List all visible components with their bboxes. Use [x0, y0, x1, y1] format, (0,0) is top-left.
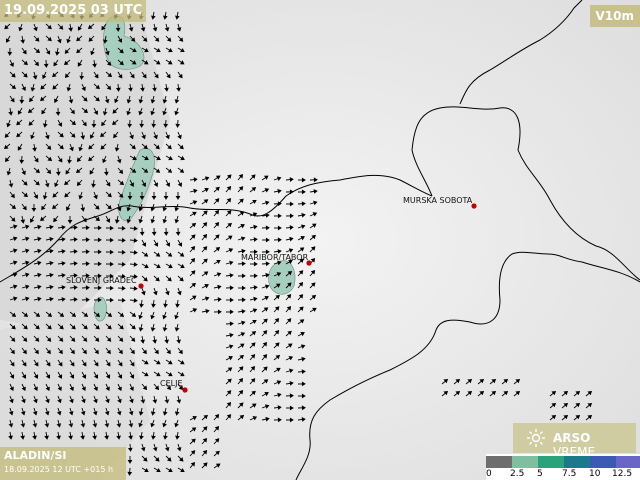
city-marker-celje	[182, 387, 188, 393]
city-marker-slovenj-gradec	[138, 283, 144, 289]
wind-map	[0, 0, 640, 480]
legend-swatch-4	[590, 456, 616, 468]
model-name: ALADIN/SI	[4, 449, 67, 462]
legend-tick-3: 7.5	[562, 469, 577, 479]
legend-swatch-1	[512, 456, 538, 468]
arso-logo[interactable]: ARSO VREME	[513, 423, 636, 459]
legend-swatch-3	[564, 456, 590, 468]
sun-icon	[527, 429, 545, 447]
city-label-celje: CELJE	[160, 379, 183, 388]
model-info: ALADIN/SI 18.09.2025 12 UTC +015 h	[0, 447, 126, 480]
city-label-maribor: MARIBOR/TABOR	[241, 253, 309, 262]
legend-swatch-0	[486, 456, 512, 468]
city-label-slovenj-gradec: SLOVENJ GRADEC	[66, 276, 137, 285]
legend-swatch-2	[538, 456, 564, 468]
brand-bold: ARSO	[553, 431, 591, 445]
legend-tick-1: 2.5	[510, 469, 525, 479]
city-label-murska-sobota: MURSKA SOBOTA	[403, 196, 473, 205]
legend-tick-5: 12.5	[612, 469, 633, 479]
model-run: 18.09.2025 12 UTC +015 h	[4, 465, 114, 474]
legend-swatch-5	[616, 456, 640, 468]
legend-tick-4: 10	[589, 469, 601, 479]
color-legend: 0 2.5 5 7.5 10 12.5	[486, 454, 640, 480]
legend-tick-0: 0	[486, 469, 492, 479]
valid-time: 19.09.2025 03 UTC	[0, 0, 147, 22]
variable-label: V10m	[589, 5, 640, 27]
legend-tick-2: 5	[537, 469, 543, 479]
